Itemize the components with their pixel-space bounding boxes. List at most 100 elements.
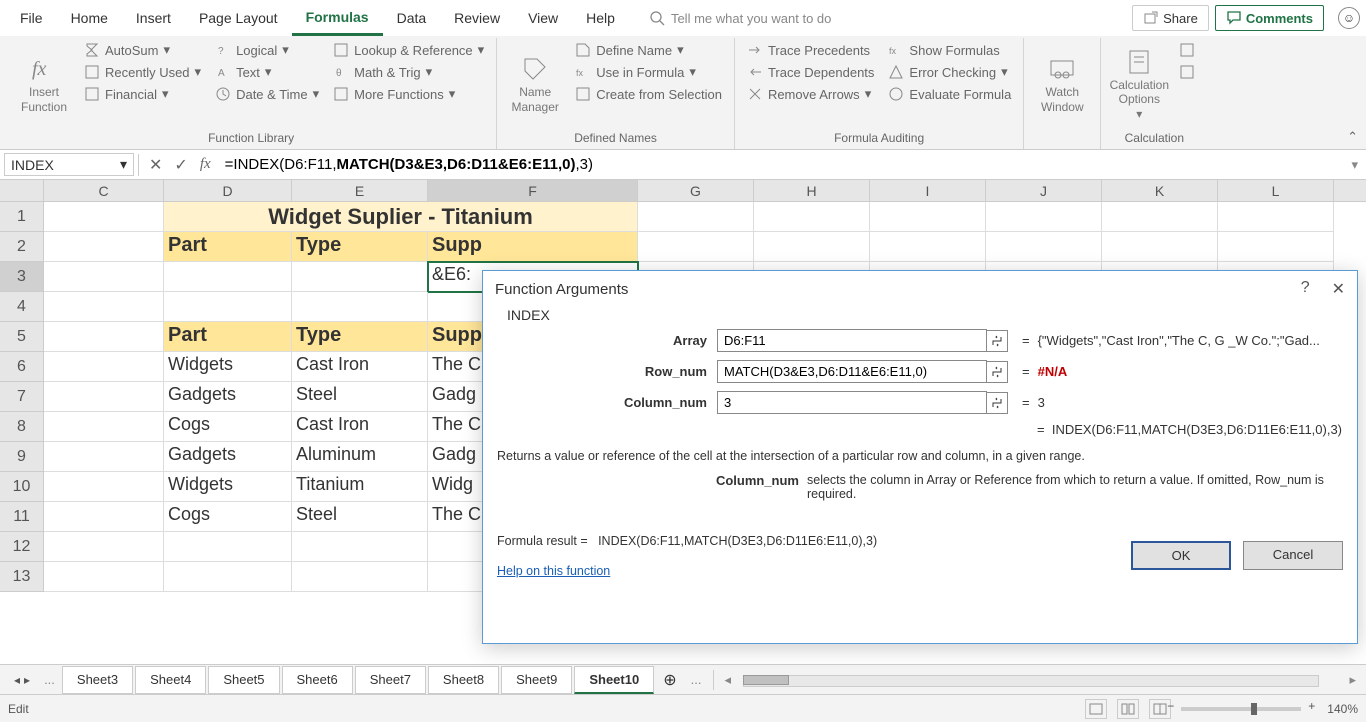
cell[interactable]: Aluminum — [292, 442, 428, 472]
comments-button[interactable]: Comments — [1215, 5, 1324, 31]
remove-arrows-button[interactable]: Remove Arrows ▾ — [741, 84, 880, 104]
cell[interactable] — [986, 232, 1102, 262]
sheet-tab-sheet3[interactable]: Sheet3 — [62, 666, 133, 694]
cell[interactable] — [638, 232, 754, 262]
col-head-c[interactable]: C — [44, 180, 164, 201]
fx-icon[interactable]: fx — [200, 156, 211, 173]
recently-used-button[interactable]: Recently Used ▾ — [78, 62, 207, 82]
cell[interactable] — [292, 262, 428, 292]
tell-me-search[interactable]: Tell me what you want to do — [649, 10, 831, 26]
name-box[interactable]: INDEX ▾ — [4, 153, 134, 176]
col-head-f[interactable]: F — [428, 180, 638, 201]
sheet-scroll-right[interactable]: ▸ — [1345, 672, 1360, 688]
cell[interactable]: Widgets — [164, 472, 292, 502]
share-button[interactable]: Share — [1132, 5, 1209, 31]
cell[interactable]: Titanium — [292, 472, 428, 502]
use-in-formula-button[interactable]: fxUse in Formula ▾ — [569, 62, 728, 82]
col-head-j[interactable]: J — [986, 180, 1102, 201]
tab-view[interactable]: View — [514, 2, 572, 34]
evaluate-formula-button[interactable]: Evaluate Formula — [882, 84, 1017, 104]
cell[interactable] — [638, 202, 754, 232]
zoom-slider[interactable] — [1181, 707, 1301, 711]
tab-data[interactable]: Data — [383, 2, 441, 34]
range-selector-icon[interactable] — [986, 392, 1008, 414]
name-manager-button[interactable]: Name Manager — [503, 40, 567, 129]
sheet-tab-sheet8[interactable]: Sheet8 — [428, 666, 499, 694]
collapse-ribbon-icon[interactable]: ⌃ — [1347, 129, 1358, 145]
cell[interactable]: Cogs — [164, 502, 292, 532]
cell[interactable]: Part — [164, 232, 292, 262]
cell[interactable] — [44, 472, 164, 502]
row-head-8[interactable]: 8 — [0, 412, 44, 442]
define-name-button[interactable]: Define Name ▾ — [569, 40, 728, 60]
cell[interactable] — [44, 322, 164, 352]
row-head-10[interactable]: 10 — [0, 472, 44, 502]
autosum-button[interactable]: AutoSum ▾ — [78, 40, 207, 60]
cell[interactable]: Steel — [292, 502, 428, 532]
tab-formulas[interactable]: Formulas — [292, 1, 383, 36]
arg-input-row_num[interactable] — [717, 360, 987, 383]
col-head-e[interactable]: E — [292, 180, 428, 201]
financial-button[interactable]: Financial ▾ — [78, 84, 207, 104]
trace-dependents-button[interactable]: Trace Dependents — [741, 62, 880, 82]
cell[interactable] — [44, 202, 164, 232]
tab-home[interactable]: Home — [57, 2, 122, 34]
accept-formula-icon[interactable]: ✓ — [174, 155, 187, 175]
create-from-selection-button[interactable]: Create from Selection — [569, 84, 728, 104]
cell[interactable] — [1102, 202, 1218, 232]
error-checking-button[interactable]: Error Checking ▾ — [882, 62, 1017, 82]
page-layout-view-icon[interactable] — [1117, 699, 1139, 719]
cell[interactable] — [164, 532, 292, 562]
row-head-9[interactable]: 9 — [0, 442, 44, 472]
row-head-4[interactable]: 4 — [0, 292, 44, 322]
row-head-11[interactable]: 11 — [0, 502, 44, 532]
cell[interactable] — [44, 232, 164, 262]
cell[interactable] — [44, 562, 164, 592]
select-all-corner[interactable] — [0, 180, 44, 201]
insert-function-button[interactable]: fx Insert Function — [12, 40, 76, 129]
col-head-l[interactable]: L — [1218, 180, 1334, 201]
cell[interactable] — [292, 292, 428, 322]
cell[interactable]: Type — [292, 232, 428, 262]
cell[interactable]: Cast Iron — [292, 352, 428, 382]
date-time-button[interactable]: Date & Time ▾ — [209, 84, 325, 104]
chevron-down-icon[interactable]: ▾ — [120, 156, 127, 173]
cell[interactable] — [44, 532, 164, 562]
cell[interactable] — [164, 562, 292, 592]
tab-file[interactable]: File — [6, 2, 57, 34]
tab-help[interactable]: Help — [572, 2, 629, 34]
calc-now-button[interactable] — [1173, 40, 1201, 60]
col-head-k[interactable]: K — [1102, 180, 1218, 201]
math-trig-button[interactable]: θMath & Trig ▾ — [327, 62, 490, 82]
arg-input-column_num[interactable] — [717, 391, 987, 414]
cell[interactable]: Gadgets — [164, 442, 292, 472]
cell[interactable] — [44, 382, 164, 412]
cell[interactable] — [44, 262, 164, 292]
show-formulas-button[interactable]: fxShow Formulas — [882, 40, 1017, 60]
cell[interactable] — [754, 202, 870, 232]
sheet-scroll-left[interactable]: ◂ — [720, 672, 735, 688]
sheet-tab-sheet10[interactable]: Sheet10 — [574, 666, 654, 694]
cancel-button[interactable]: Cancel — [1243, 541, 1343, 570]
cell[interactable] — [1102, 232, 1218, 262]
cell[interactable] — [164, 292, 292, 322]
col-head-i[interactable]: I — [870, 180, 986, 201]
horizontal-scrollbar[interactable] — [743, 672, 1337, 688]
cell[interactable] — [164, 262, 292, 292]
cell[interactable] — [754, 232, 870, 262]
cell[interactable]: Cast Iron — [292, 412, 428, 442]
watch-window-button[interactable]: Watch Window — [1030, 40, 1094, 129]
sheet-tab-sheet9[interactable]: Sheet9 — [501, 666, 572, 694]
lookup-ref-button[interactable]: Lookup & Reference ▾ — [327, 40, 490, 60]
cell[interactable] — [292, 532, 428, 562]
row-head-6[interactable]: 6 — [0, 352, 44, 382]
cell[interactable]: Cogs — [164, 412, 292, 442]
cell[interactable] — [870, 202, 986, 232]
row-head-13[interactable]: 13 — [0, 562, 44, 592]
sheet-ellipsis[interactable]: ... — [38, 672, 61, 687]
arg-input-array[interactable] — [717, 329, 987, 352]
sheet-tab-sheet5[interactable]: Sheet5 — [208, 666, 279, 694]
sheet-nav-arrows[interactable]: ◂▸ — [6, 673, 38, 687]
cell[interactable] — [1218, 202, 1334, 232]
cell[interactable] — [870, 232, 986, 262]
